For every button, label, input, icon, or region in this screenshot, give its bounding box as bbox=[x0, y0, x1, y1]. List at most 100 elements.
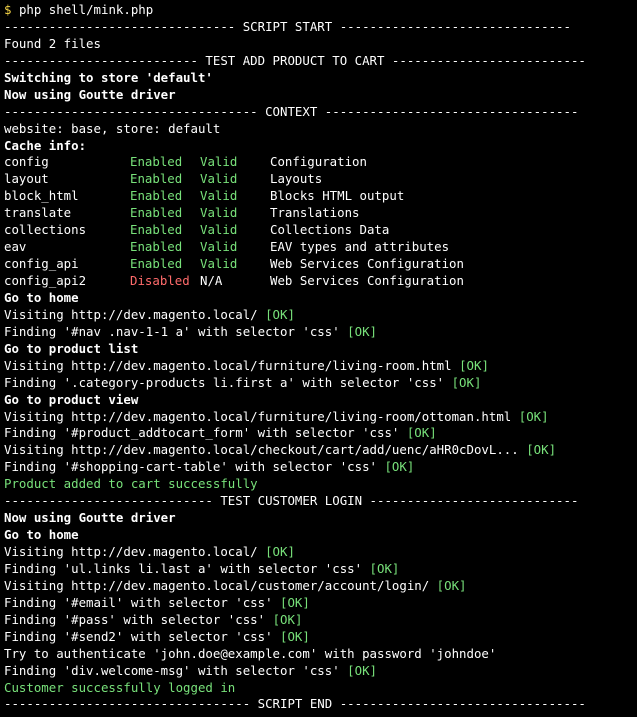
cache-name: config_api2 bbox=[4, 273, 87, 288]
cache-valid: N/A bbox=[200, 273, 223, 288]
cache-description: Blocks HTML output bbox=[270, 188, 405, 204]
log-text: Finding '#nav .nav-1-1 a' with selector … bbox=[4, 323, 348, 339]
cache-valid: Valid bbox=[200, 171, 238, 187]
output-line: Visiting http://dev.magento.local/furnit… bbox=[4, 409, 637, 426]
output-line: Visiting http://dev.magento.local/custom… bbox=[4, 578, 637, 595]
output-line: Found 2 files bbox=[4, 35, 101, 51]
cache-status: Enabled bbox=[130, 222, 183, 238]
cache-status: Enabled bbox=[130, 256, 183, 272]
ok-badge: [OK] bbox=[526, 442, 557, 458]
cache-name: collections bbox=[4, 222, 87, 238]
ok-badge: [OK] bbox=[451, 374, 482, 390]
ok-badge: [OK] bbox=[265, 306, 295, 322]
ok-badge: [OK] bbox=[347, 323, 377, 339]
log-text: Finding '#pass' with selector 'css' bbox=[4, 611, 273, 627]
log-text: Visiting http://dev.magento.local/furnit… bbox=[4, 408, 519, 424]
cache-info-heading: Cache info: bbox=[4, 137, 87, 153]
prompt-command: php shell/mink.php bbox=[18, 2, 154, 17]
terminal-window[interactable]: $ php shell/mink.php -------------------… bbox=[0, 0, 637, 717]
step-heading: Go to home bbox=[4, 289, 79, 305]
step-heading: Go to product view bbox=[4, 391, 139, 407]
cache-name: eav bbox=[4, 239, 27, 255]
cache-description: Layouts bbox=[270, 171, 323, 187]
log-text: Finding '#send2' with selector 'css' bbox=[4, 628, 281, 644]
step-heading: Go to home bbox=[4, 527, 79, 543]
cache-row: collections Enabled Valid Collections Data bbox=[4, 222, 637, 239]
success-message: Customer successfully logged in bbox=[4, 679, 236, 695]
output-line: Try to authenticate 'john.doe@example.co… bbox=[4, 645, 497, 661]
ok-badge: [OK] bbox=[272, 611, 303, 627]
cache-valid: Valid bbox=[200, 239, 238, 255]
output-line: Finding '#email' with selector 'css' [OK… bbox=[4, 595, 637, 612]
log-text: Finding '#email' with selector 'css' bbox=[4, 594, 281, 610]
output-line: Visiting http://dev.magento.local/ [OK] bbox=[4, 544, 637, 561]
cache-row: config Enabled Valid Configuration bbox=[4, 154, 637, 171]
cache-status: Enabled bbox=[130, 154, 183, 170]
ok-badge: [OK] bbox=[369, 560, 400, 576]
output-line: Finding '#nav .nav-1-1 a' with selector … bbox=[4, 324, 637, 341]
output-line: Now using Goutte driver bbox=[4, 86, 176, 102]
ok-badge: [OK] bbox=[518, 408, 549, 424]
ok-badge: [OK] bbox=[406, 425, 437, 441]
log-text: Visiting http://dev.magento.local/furnit… bbox=[4, 357, 460, 373]
log-text: Visiting http://dev.magento.local/ bbox=[4, 306, 266, 322]
ok-badge: [OK] bbox=[347, 662, 377, 678]
ok-badge: [OK] bbox=[384, 459, 415, 475]
section-script-end: --------------------------------- SCRIPT… bbox=[4, 696, 586, 712]
log-text: Visiting http://dev.magento.local/checko… bbox=[4, 442, 527, 458]
section-test-customer-login: ---------------------------- TEST CUSTOM… bbox=[4, 493, 579, 509]
cache-name: config bbox=[4, 154, 49, 170]
success-message: Product added to cart successfully bbox=[4, 476, 258, 492]
cache-row: eav Enabled Valid EAV types and attributes bbox=[4, 239, 637, 256]
ok-badge: [OK] bbox=[280, 594, 310, 610]
ok-badge: [OK] bbox=[280, 628, 310, 644]
log-text: Finding '.category-products li.first a' … bbox=[4, 374, 452, 390]
section-script-start: ------------------------------- SCRIPT S… bbox=[4, 18, 571, 34]
cache-row: block_html Enabled Valid Blocks HTML output bbox=[4, 188, 637, 205]
output-line: Finding '#pass' with selector 'css' [OK] bbox=[4, 612, 637, 629]
cache-row: layout Enabled Valid Layouts bbox=[4, 171, 637, 188]
log-text: Finding 'ul.links li.last a' with select… bbox=[4, 560, 370, 576]
log-text: Finding '#shopping-cart-table' with sele… bbox=[4, 459, 385, 475]
cache-row: translate Enabled Valid Translations bbox=[4, 205, 637, 222]
log-text: Visiting http://dev.magento.local/custom… bbox=[4, 577, 437, 593]
output-line: Finding '#product_addtocart_form' with s… bbox=[4, 425, 637, 442]
cache-status: Enabled bbox=[130, 188, 183, 204]
log-text: Finding 'div.welcome-msg' with selector … bbox=[4, 662, 348, 678]
output-line: Switching to store 'default' bbox=[4, 69, 213, 85]
cache-description: Configuration bbox=[270, 154, 367, 170]
ok-badge: [OK] bbox=[265, 544, 295, 559]
output-line: website: base, store: default bbox=[4, 120, 221, 136]
cache-table: config Enabled Valid Configuration layout En… bbox=[4, 154, 637, 290]
output-line: Finding '.category-products li.first a' … bbox=[4, 375, 637, 392]
cache-status: Enabled bbox=[130, 205, 183, 221]
cache-description: EAV types and attributes bbox=[270, 239, 450, 255]
prompt-symbol: $ bbox=[4, 2, 12, 17]
cache-description: Collections Data bbox=[270, 222, 390, 238]
cache-status: Enabled bbox=[130, 239, 183, 255]
cache-valid: Valid bbox=[200, 205, 238, 221]
cache-description: Web Services Configuration bbox=[270, 273, 464, 288]
output-line: Now using Goutte driver bbox=[4, 510, 176, 526]
cache-valid: Valid bbox=[200, 188, 238, 204]
cache-status: Enabled bbox=[130, 171, 183, 187]
cache-description: Translations bbox=[270, 205, 360, 221]
output-line: Finding 'ul.links li.last a' with select… bbox=[4, 561, 637, 578]
log-text: Finding '#product_addtocart_form' with s… bbox=[4, 425, 407, 441]
cache-name: translate bbox=[4, 205, 72, 221]
output-line: Finding '#shopping-cart-table' with sele… bbox=[4, 459, 637, 476]
ok-badge: [OK] bbox=[436, 577, 467, 593]
output-line: Finding '#send2' with selector 'css' [OK… bbox=[4, 629, 637, 646]
section-context: ---------------------------------- CONTE… bbox=[4, 103, 579, 119]
ok-badge: [OK] bbox=[459, 357, 489, 373]
cache-row: config_api Enabled Valid Web Services Confi… bbox=[4, 256, 637, 273]
output-line: Finding 'div.welcome-msg' with selector … bbox=[4, 663, 637, 680]
cache-valid: Valid bbox=[200, 154, 238, 170]
cache-row: config_api2 Disabled N/A Web Services Confi… bbox=[4, 273, 637, 290]
prompt-line: $ php shell/mink.php bbox=[4, 2, 637, 19]
cache-valid: Valid bbox=[200, 222, 238, 238]
output-line: Visiting http://dev.magento.local/ [OK] bbox=[4, 307, 637, 324]
cache-status: Disabled bbox=[130, 273, 190, 288]
step-heading: Go to product list bbox=[4, 340, 139, 356]
log-text: Visiting http://dev.magento.local/ bbox=[4, 544, 266, 559]
